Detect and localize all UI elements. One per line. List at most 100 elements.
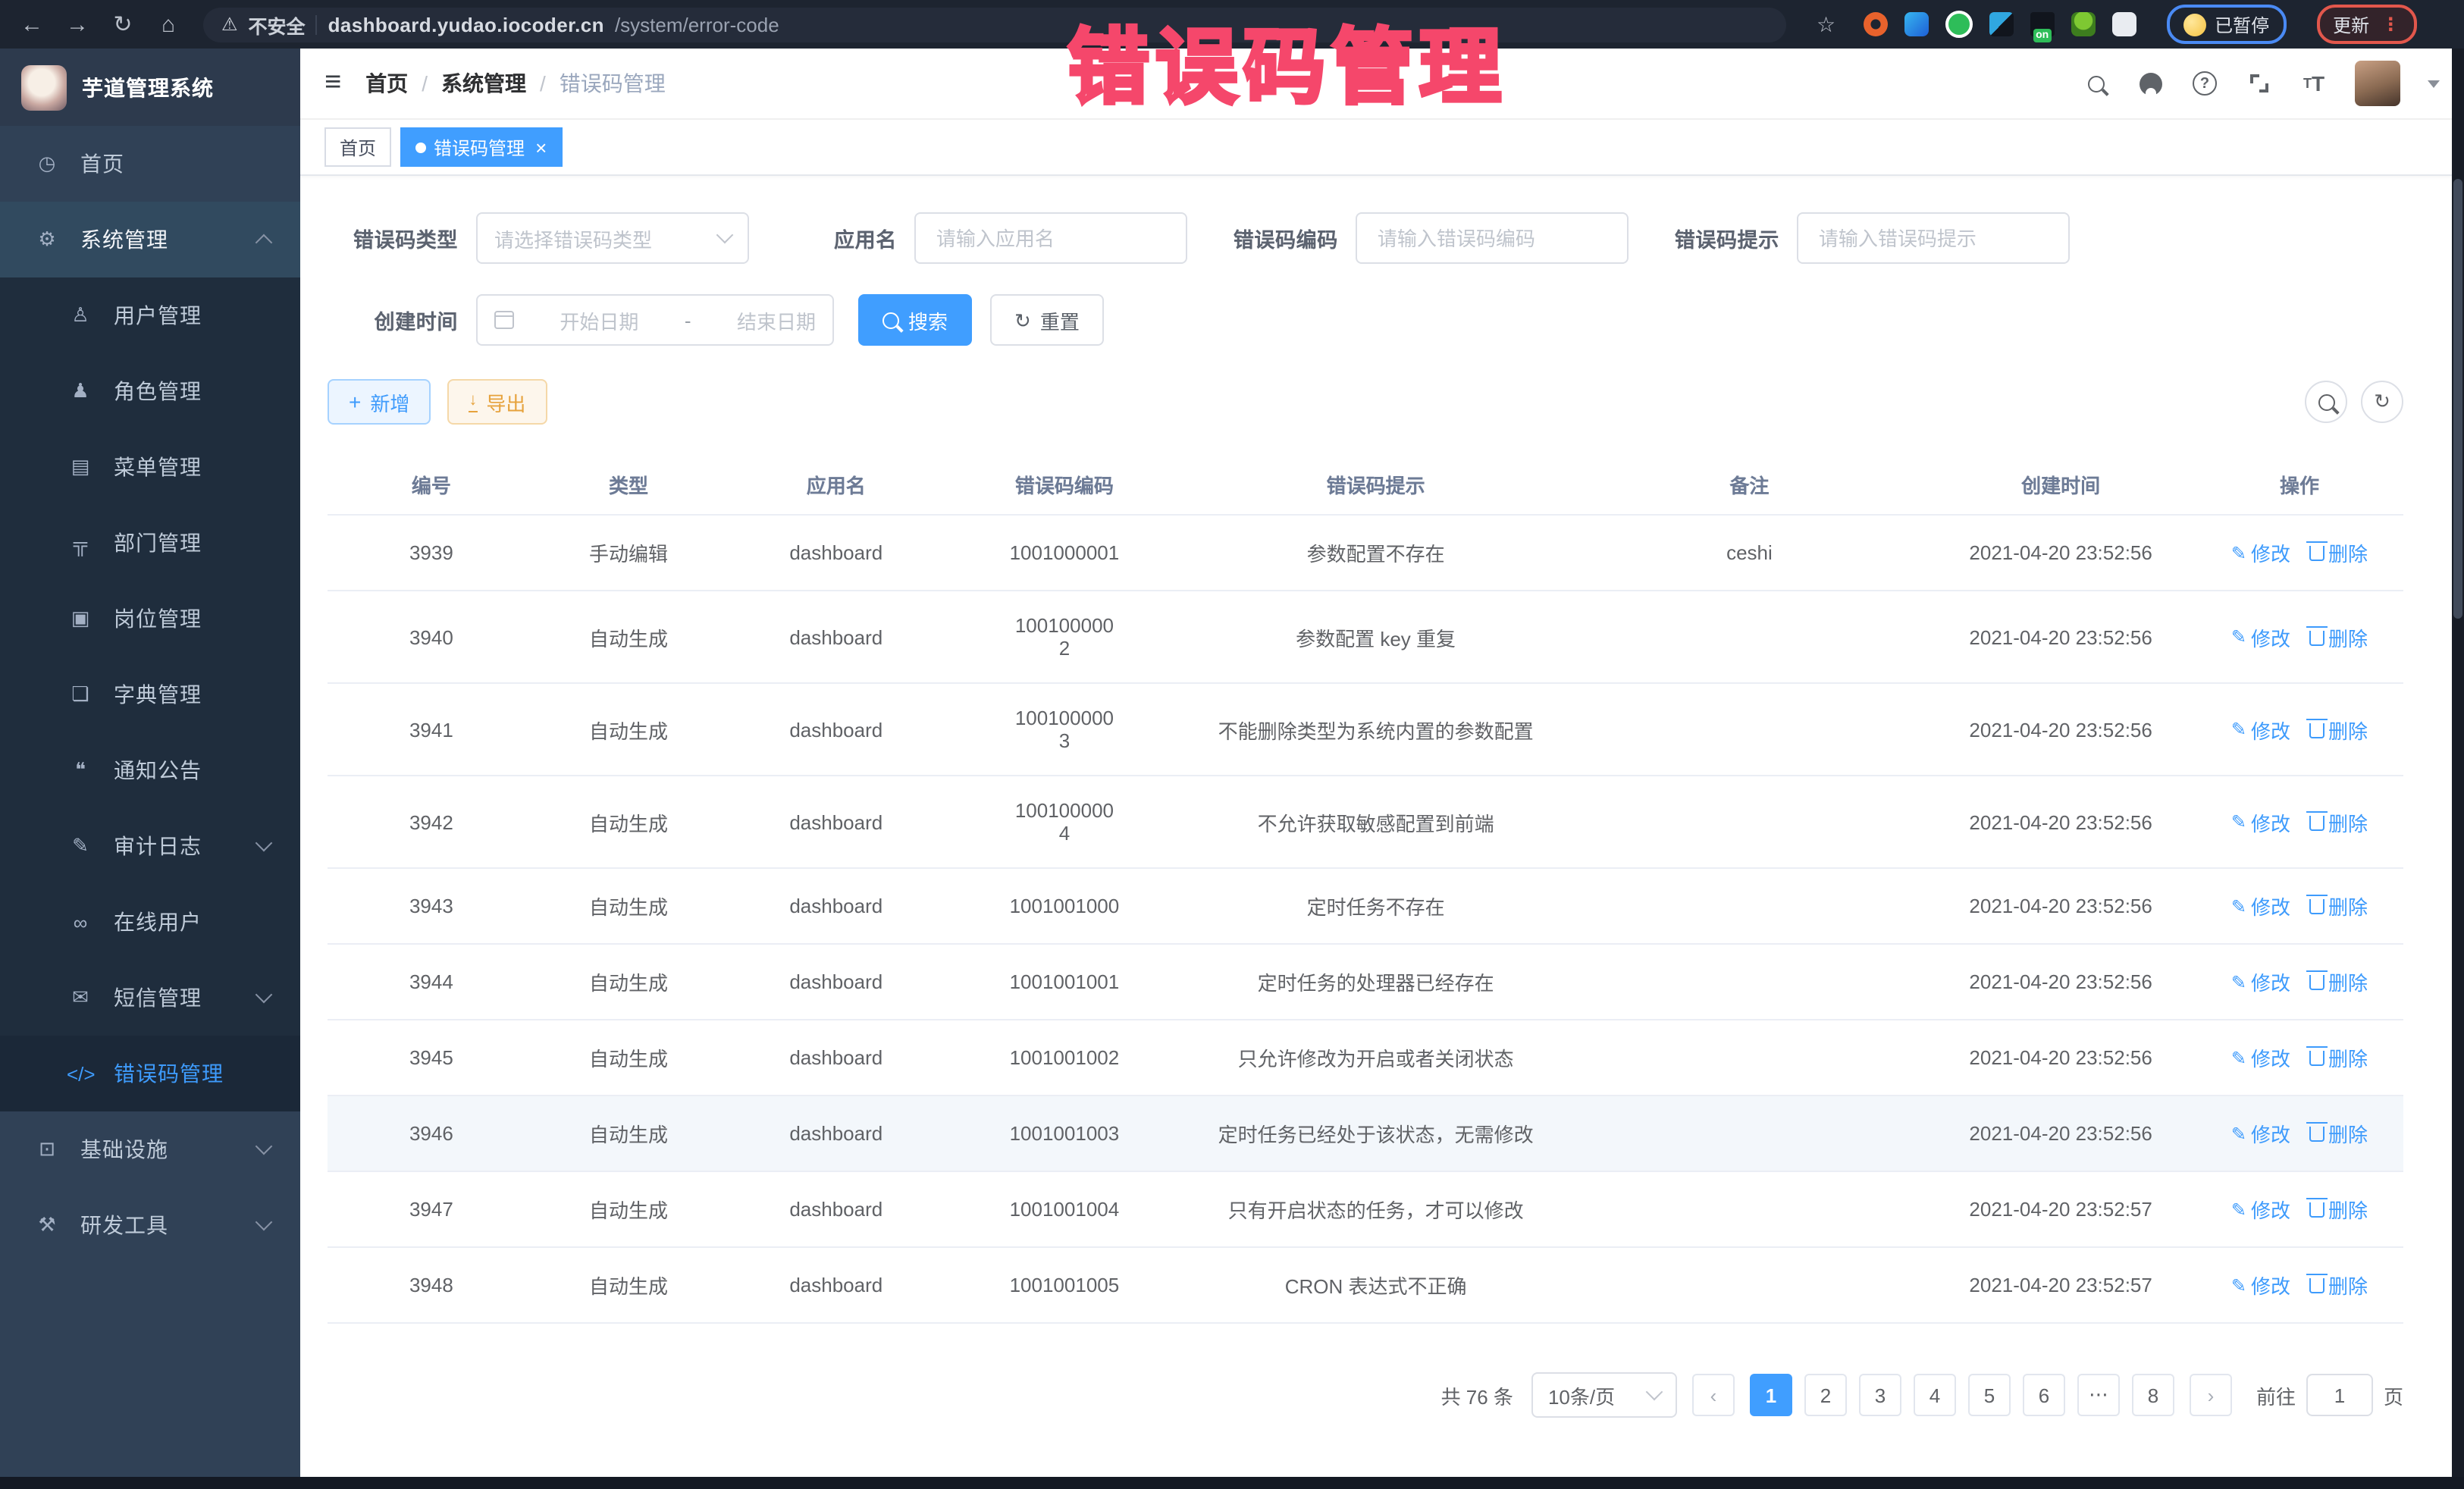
help-icon[interactable]: ?: [2191, 70, 2218, 97]
back-icon[interactable]: ←: [15, 11, 49, 37]
sidebar-item-menu-management[interactable]: ▤菜单管理: [0, 429, 300, 505]
edit-link[interactable]: ✎修改: [2231, 1043, 2290, 1072]
extension-icon[interactable]: [2030, 12, 2054, 36]
font-size-icon[interactable]: TT: [2300, 70, 2328, 97]
extension-icon[interactable]: [1945, 11, 1972, 38]
edit-link[interactable]: ✎修改: [2231, 807, 2290, 836]
tag-close-icon[interactable]: ×: [535, 136, 547, 158]
sidebar-item-dict-management[interactable]: ❏字典管理: [0, 657, 300, 732]
sidebar-item-notice-management[interactable]: ❝通知公告: [0, 732, 300, 808]
goto-page-input[interactable]: [2306, 1374, 2373, 1416]
hamburger-icon[interactable]: ≡: [324, 67, 341, 100]
sidebar-item-label: 岗位管理: [114, 603, 202, 634]
delete-link[interactable]: 删除: [2309, 1119, 2368, 1148]
delete-link[interactable]: 删除: [2309, 1043, 2368, 1072]
extension-icon[interactable]: [1904, 12, 1928, 36]
delete-link[interactable]: 删除: [2309, 622, 2368, 651]
page-button-8[interactable]: 8: [2132, 1374, 2174, 1416]
edit-link[interactable]: ✎修改: [2231, 1271, 2290, 1299]
page-ellipsis[interactable]: ⋯: [2077, 1374, 2120, 1416]
edit-link[interactable]: ✎修改: [2231, 1119, 2290, 1148]
breadcrumb-system[interactable]: 系统管理: [441, 68, 526, 99]
delete-link[interactable]: 删除: [2309, 1195, 2368, 1224]
user-management-icon: ♙: [67, 303, 94, 328]
tag-home[interactable]: 首页: [324, 127, 391, 167]
page-button-5[interactable]: 5: [1968, 1374, 2011, 1416]
sidebar-item-user-management[interactable]: ♙用户管理: [0, 277, 300, 353]
page-button-1[interactable]: 1: [1750, 1374, 1792, 1416]
sidebar-item-role-management[interactable]: ♟角色管理: [0, 353, 300, 429]
user-avatar[interactable]: [2355, 61, 2400, 106]
sidebar-item-label: 错误码管理: [114, 1058, 224, 1089]
github-icon[interactable]: [2136, 70, 2164, 97]
page-button-6[interactable]: 6: [2023, 1374, 2065, 1416]
address-bar[interactable]: ⚠ 不安全 dashboard.yudao.iocoder.cn/system/…: [203, 7, 1786, 42]
sidebar-item-label: 基础设施: [80, 1134, 168, 1165]
search-icon[interactable]: [2082, 70, 2109, 97]
scrollbar-thumb[interactable]: [2453, 179, 2462, 619]
sidebar-item-infrastructure[interactable]: ⊡基础设施: [0, 1111, 300, 1187]
edit-link[interactable]: ✎修改: [2231, 967, 2290, 996]
sidebar-item-audit-log[interactable]: ✎审计日志: [0, 808, 300, 884]
edit-link[interactable]: ✎修改: [2231, 1195, 2290, 1224]
extension-icon[interactable]: [1989, 12, 2013, 36]
delete-link[interactable]: 删除: [2309, 1271, 2368, 1299]
delete-link[interactable]: 删除: [2309, 892, 2368, 920]
tag-error-code[interactable]: 错误码管理 ×: [400, 127, 562, 167]
page-button-4[interactable]: 4: [1914, 1374, 1956, 1416]
scrollbar[interactable]: [2452, 49, 2464, 1477]
delete-link[interactable]: 删除: [2309, 538, 2368, 567]
sidebar-item-label: 在线用户: [114, 907, 202, 937]
reset-button[interactable]: ↻ 重置: [990, 294, 1104, 346]
profile-chip[interactable]: 已暂停: [2166, 5, 2286, 44]
app-name-field[interactable]: [915, 212, 1188, 264]
page-button-2[interactable]: 2: [1804, 1374, 1847, 1416]
update-button[interactable]: 更新 ⋮: [2316, 5, 2416, 44]
search-button[interactable]: 搜索: [858, 294, 972, 346]
delete-link[interactable]: 删除: [2309, 967, 2368, 996]
sidebar-item-system-management[interactable]: ⚙系统管理: [0, 202, 300, 277]
error-msg-input[interactable]: [1816, 225, 2052, 251]
delete-icon: [2309, 630, 2324, 645]
export-button[interactable]: ↓ 导出: [447, 379, 547, 425]
breadcrumb-home[interactable]: 首页: [365, 68, 408, 99]
sidebar-item-dept-management[interactable]: ╦部门管理: [0, 505, 300, 581]
edit-link[interactable]: ✎修改: [2231, 538, 2290, 567]
page-button-3[interactable]: 3: [1859, 1374, 1901, 1416]
tags-view: 首页 错误码管理 ×: [300, 120, 2464, 176]
edit-link[interactable]: ✎修改: [2231, 892, 2290, 920]
extensions-puzzle-icon[interactable]: [2111, 12, 2136, 36]
edit-link[interactable]: ✎修改: [2231, 715, 2290, 744]
chevron-down-icon[interactable]: [2428, 80, 2440, 87]
error-msg-field[interactable]: [1798, 212, 2071, 264]
bookmark-star-icon[interactable]: ☆: [1817, 11, 1835, 37]
sidebar-item-home[interactable]: ◷首页: [0, 126, 300, 202]
sidebar-item-post-management[interactable]: ▣岗位管理: [0, 581, 300, 657]
delete-link[interactable]: 删除: [2309, 807, 2368, 836]
edit-link[interactable]: ✎修改: [2231, 622, 2290, 651]
browser-menu-icon[interactable]: ⋮: [2381, 14, 2400, 35]
prev-page-button[interactable]: ‹: [1692, 1374, 1735, 1416]
next-page-button[interactable]: ›: [2190, 1374, 2232, 1416]
page-size-select[interactable]: 10条/页: [1531, 1372, 1677, 1418]
column-header: 错误码提示: [1179, 455, 1573, 514]
fullscreen-icon[interactable]: [2246, 70, 2273, 97]
reload-icon[interactable]: ↻: [106, 11, 140, 38]
sidebar-item-dev-tools[interactable]: ⚒研发工具: [0, 1187, 300, 1263]
sidebar-item-sms-management[interactable]: ✉短信管理: [0, 960, 300, 1036]
delete-link[interactable]: 删除: [2309, 715, 2368, 744]
error-type-select[interactable]: 请选择错误码类型: [476, 212, 749, 264]
refresh-table-button[interactable]: ↻: [2361, 381, 2403, 423]
date-range-picker[interactable]: 开始日期 - 结束日期: [476, 294, 834, 346]
extension-icon[interactable]: [1863, 12, 1887, 36]
error-code-input[interactable]: [1375, 225, 1611, 251]
error-code-field[interactable]: [1356, 212, 1629, 264]
sidebar-item-online-users[interactable]: ∞在线用户: [0, 884, 300, 960]
sidebar-item-error-code-management[interactable]: </>错误码管理: [0, 1036, 300, 1111]
add-button[interactable]: + 新增: [328, 379, 431, 425]
extension-icon[interactable]: [2071, 12, 2095, 36]
forward-icon[interactable]: →: [61, 11, 94, 37]
app-name-input[interactable]: [933, 225, 1170, 251]
search-toggle-button[interactable]: [2305, 381, 2347, 423]
home-icon[interactable]: ⌂: [152, 11, 185, 37]
